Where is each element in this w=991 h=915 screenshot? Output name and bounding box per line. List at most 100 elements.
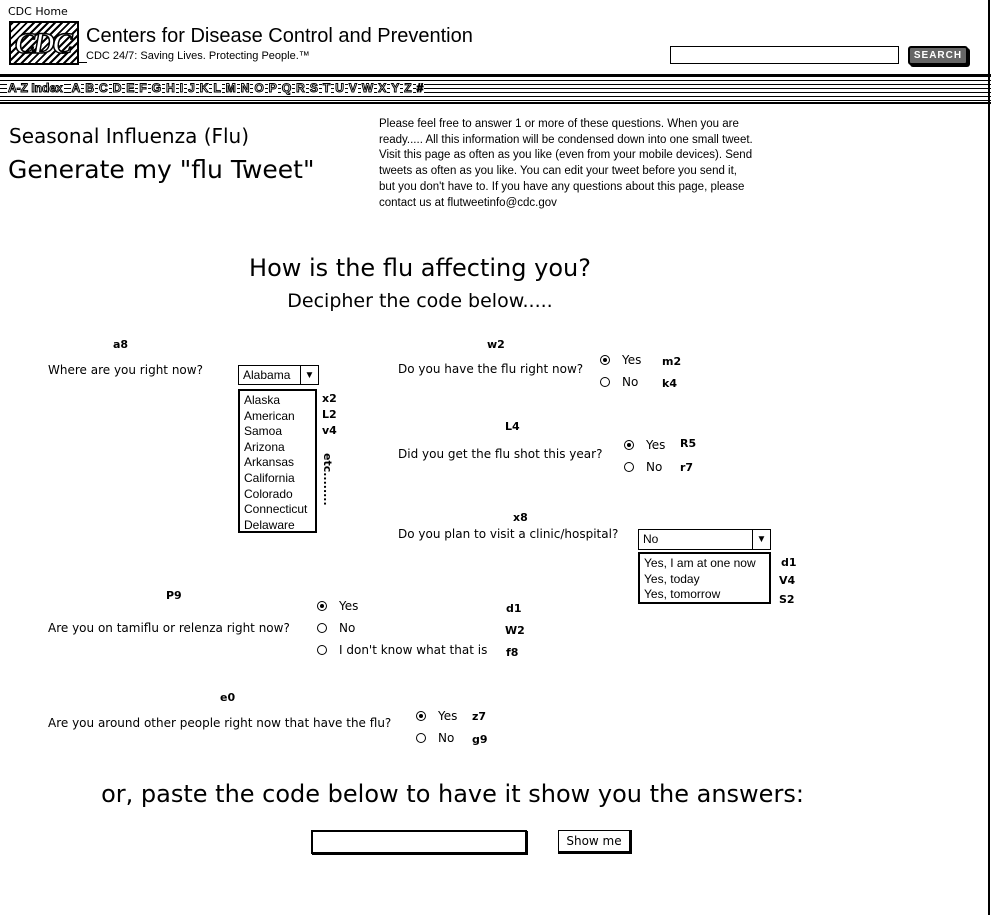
az-letter-link[interactable]: E (125, 81, 136, 96)
chevron-down-icon[interactable]: ▼ (752, 530, 770, 549)
tamiflu-no-radio[interactable] (317, 623, 327, 633)
question-code: e0 (220, 691, 236, 704)
flu-shot-yes-label: Yes (646, 438, 666, 452)
have-flu-yes-label: Yes (622, 353, 642, 367)
form-subheading: Decipher the code below..... (287, 290, 553, 312)
have-flu-label: Do you have the flu right now? (398, 362, 584, 376)
az-letter-link[interactable]: C (98, 81, 109, 96)
search-input[interactable] (670, 46, 899, 64)
question-code: P9 (166, 589, 182, 602)
az-index-link[interactable]: A-Z Index (7, 81, 64, 96)
az-letter-link[interactable]: F (138, 81, 148, 96)
option-code: d1 (506, 602, 522, 615)
location-option[interactable]: Delaware (240, 518, 315, 534)
tamiflu-yes-label: Yes (339, 599, 359, 613)
location-option[interactable]: Samoa (240, 424, 315, 440)
location-option[interactable]: Arizona (240, 440, 315, 456)
nav-divider (0, 102, 991, 104)
clinic-listbox[interactable]: Yes, I am at one now Yes, today Yes, tom… (638, 552, 771, 604)
location-listbox[interactable]: Alaska American Samoa Arizona Arkansas C… (238, 389, 317, 533)
intro-line: contact us at flutweetinfo@cdc.gov (379, 196, 557, 209)
flu-shot-no-label: No (646, 460, 663, 474)
option-code: m2 (662, 355, 682, 368)
clinic-option[interactable]: Yes, today (640, 572, 769, 588)
option-code: g9 (472, 733, 488, 746)
tamiflu-yes-radio[interactable] (317, 601, 327, 611)
az-letter-link[interactable]: O (253, 81, 265, 96)
clinic-option[interactable]: Yes, tomorrow (640, 587, 769, 603)
have-flu-no-label: No (622, 375, 639, 389)
az-letter-link[interactable]: W (360, 81, 375, 96)
az-letter-link[interactable]: T (321, 81, 332, 96)
have-flu-yes-radio[interactable] (600, 355, 610, 365)
logo-text: CDC (14, 26, 73, 61)
have-flu-no-radio[interactable] (600, 377, 610, 387)
etc-note: etc........ (321, 453, 334, 506)
tamiflu-unknown-label: I don't know what that is (339, 643, 488, 657)
tamiflu-unknown-radio[interactable] (317, 645, 327, 655)
az-letter-link[interactable]: R (295, 81, 306, 96)
az-letter-link[interactable]: L (212, 81, 222, 96)
location-option[interactable]: Arkansas (240, 455, 315, 471)
intro-line: Please feel free to answer 1 or more of … (379, 118, 739, 130)
section-title: Seasonal Influenza (Flu) (9, 124, 250, 148)
option-code: R5 (680, 437, 697, 450)
az-letter-link[interactable]: D (111, 81, 123, 96)
az-letter-link[interactable]: I (178, 81, 185, 96)
option-code: k4 (662, 377, 677, 390)
show-me-button[interactable]: Show me (558, 830, 632, 854)
around-yes-radio[interactable] (416, 711, 426, 721)
location-option[interactable]: Colorado (240, 487, 315, 503)
site-title: Centers for Disease Control and Preventi… (86, 25, 473, 47)
az-letter-link[interactable]: # (415, 81, 425, 96)
option-code: f8 (506, 646, 519, 659)
az-letter-link[interactable]: K (198, 81, 210, 96)
intro-line: but you don't have to. If you have any q… (379, 180, 745, 193)
az-letter-link[interactable]: H (165, 81, 176, 96)
location-label: Where are you right now? (48, 363, 203, 377)
clinic-select[interactable]: No ▼ (638, 529, 771, 550)
az-letter-link[interactable]: N (239, 81, 251, 96)
search-button[interactable]: SEARCH (908, 46, 968, 65)
around-no-label: No (438, 731, 455, 745)
tagline: CDC 24/7: Saving Lives. Protecting Peopl… (86, 50, 310, 62)
az-letter-link[interactable]: Y (390, 81, 401, 96)
az-letter-link[interactable]: X (377, 81, 388, 96)
location-selected-value: Alabama (243, 368, 291, 382)
tamiflu-no-label: No (339, 621, 356, 635)
az-letter-link[interactable]: B (84, 81, 96, 96)
az-letter-link[interactable]: G (150, 81, 163, 96)
clinic-label: Do you plan to visit a clinic/hospital? (398, 527, 619, 541)
intro-line: Visit this page as often as you like (ev… (379, 149, 753, 162)
az-letter-link[interactable]: J (187, 81, 196, 96)
clinic-option[interactable]: Yes, I am at one now (640, 556, 769, 572)
location-select[interactable]: Alabama ▼ (238, 365, 319, 385)
flu-shot-label: Did you get the flu shot this year? (398, 447, 603, 461)
location-option[interactable]: American (240, 409, 315, 425)
around-no-radio[interactable] (416, 733, 426, 743)
option-code: z7 (472, 710, 487, 723)
question-code: x8 (513, 511, 528, 524)
option-code: r7 (680, 461, 694, 474)
az-letter-link[interactable]: V (347, 81, 358, 96)
az-letter-link[interactable]: M (224, 81, 237, 96)
flu-shot-yes-radio[interactable] (624, 440, 634, 450)
page-border (988, 0, 990, 915)
intro-line: tweets as often as you like. You can edi… (379, 165, 737, 178)
az-letter-link[interactable]: Z (403, 81, 413, 96)
az-letter-link[interactable]: Q (280, 81, 293, 96)
az-letter-link[interactable]: S (308, 81, 319, 96)
flu-shot-no-radio[interactable] (624, 462, 634, 472)
location-option[interactable]: California (240, 471, 315, 487)
az-letter-link[interactable]: U (334, 81, 345, 96)
location-option[interactable]: Connecticut (240, 502, 315, 518)
az-letter-link[interactable]: A (70, 81, 82, 96)
tamiflu-label: Are you on tamiflu or relenza right now? (48, 621, 290, 635)
cdc-home-link[interactable]: CDC Home (8, 5, 68, 18)
clinic-selected-value: No (643, 532, 659, 546)
location-option[interactable]: Alaska (240, 393, 315, 409)
az-letter-link[interactable]: P (267, 81, 278, 96)
cdc-logo[interactable]: CDC (9, 21, 79, 65)
code-input[interactable] (311, 830, 527, 854)
chevron-down-icon[interactable]: ▼ (300, 366, 318, 384)
